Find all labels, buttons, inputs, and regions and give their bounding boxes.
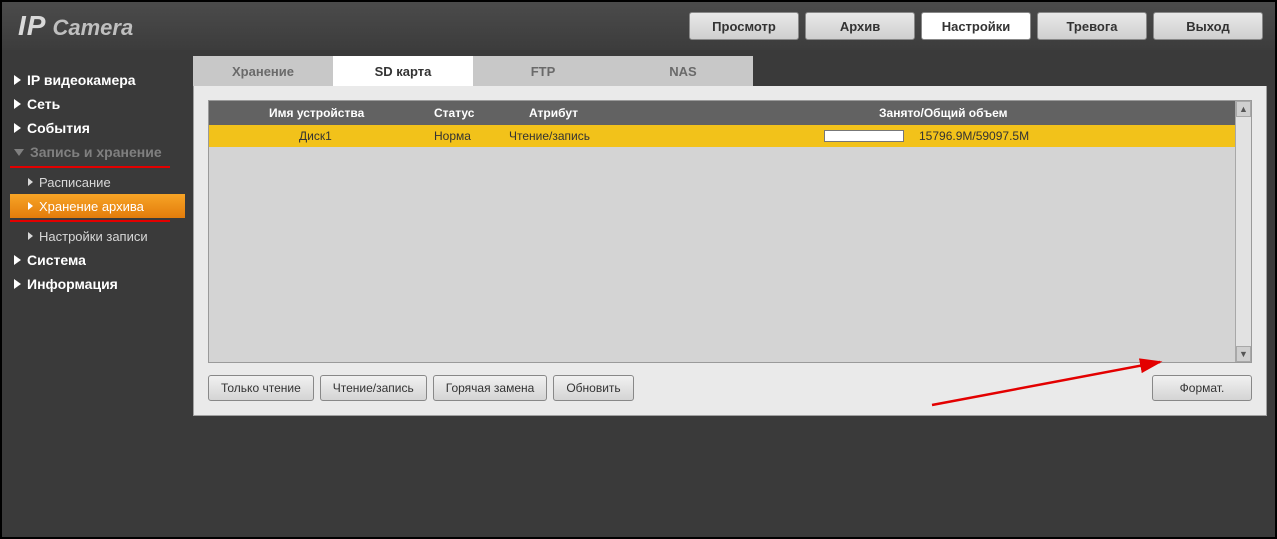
tab-gap bbox=[753, 56, 1267, 86]
refresh-button[interactable]: Обновить bbox=[553, 375, 633, 401]
format-button[interactable]: Формат. bbox=[1152, 375, 1252, 401]
sidebar-sub-schedule[interactable]: Расписание bbox=[10, 170, 185, 194]
header-bar: IP Camera Просмотр Архив Настройки Трево… bbox=[2, 2, 1275, 50]
logo-ip: IP bbox=[18, 10, 46, 42]
nav-alarm[interactable]: Тревога bbox=[1037, 12, 1147, 40]
panel: Имя устройства Статус Атрибут Занято/Общ… bbox=[193, 86, 1267, 416]
sidebar-sub-archive-storage[interactable]: Хранение архива bbox=[10, 194, 185, 218]
caret-right-icon bbox=[14, 75, 21, 85]
sidebar-item-info[interactable]: Информация bbox=[10, 272, 185, 296]
th-device-name: Имя устройства bbox=[269, 106, 364, 120]
tab-nas[interactable]: NAS bbox=[613, 56, 753, 86]
nav-exit[interactable]: Выход bbox=[1153, 12, 1263, 40]
chevron-right-icon bbox=[28, 232, 33, 240]
tab-bar: Хранение SD карта FTP NAS bbox=[193, 56, 1267, 86]
scrollbar[interactable]: ▲ ▼ bbox=[1235, 101, 1251, 362]
sidebar-item-label: Сеть bbox=[27, 96, 60, 112]
annotation-underline bbox=[10, 166, 170, 168]
sidebar-item-ip-camera[interactable]: IP видеокамера bbox=[10, 68, 185, 92]
scroll-down-icon[interactable]: ▼ bbox=[1236, 346, 1251, 362]
body: IP видеокамера Сеть События Запись и хра… bbox=[10, 56, 1267, 523]
caret-right-icon bbox=[14, 255, 21, 265]
content: Хранение SD карта FTP NAS Имя устройства… bbox=[193, 56, 1267, 523]
sidebar-item-label: События bbox=[27, 120, 90, 136]
spacer bbox=[640, 375, 1146, 401]
sidebar-item-label: Хранение архива bbox=[39, 199, 144, 214]
readonly-button[interactable]: Только чтение bbox=[208, 375, 314, 401]
chevron-right-icon bbox=[28, 202, 33, 210]
caret-right-icon bbox=[14, 99, 21, 109]
td-device-name: Диск1 bbox=[299, 129, 332, 143]
td-attribute: Чтение/запись bbox=[509, 129, 590, 143]
table-header: Имя устройства Статус Атрибут Занято/Общ… bbox=[209, 101, 1251, 125]
th-attribute: Атрибут bbox=[529, 106, 578, 120]
logo: IP Camera bbox=[18, 10, 133, 42]
logo-camera: Camera bbox=[52, 15, 133, 41]
annotation-underline bbox=[10, 220, 170, 222]
nav-preview[interactable]: Просмотр bbox=[689, 12, 799, 40]
nav-settings[interactable]: Настройки bbox=[921, 12, 1031, 40]
nav-archive[interactable]: Архив bbox=[805, 12, 915, 40]
app-window: IP Camera Просмотр Архив Настройки Трево… bbox=[0, 0, 1277, 539]
sidebar-item-label: Информация bbox=[27, 276, 118, 292]
caret-right-icon bbox=[14, 123, 21, 133]
td-status: Норма bbox=[434, 129, 471, 143]
sidebar-item-label: Настройки записи bbox=[39, 229, 148, 244]
chevron-right-icon bbox=[28, 178, 33, 186]
storage-table: Имя устройства Статус Атрибут Занято/Общ… bbox=[208, 100, 1252, 363]
sidebar-item-label: Расписание bbox=[39, 175, 111, 190]
table-row[interactable]: Диск1 Норма Чтение/запись 15796.9M/59097… bbox=[209, 125, 1251, 147]
sidebar-item-record-storage[interactable]: Запись и хранение bbox=[10, 140, 185, 164]
sidebar: IP видеокамера Сеть События Запись и хра… bbox=[10, 56, 185, 523]
sidebar-item-label: Запись и хранение bbox=[30, 144, 162, 160]
sidebar-item-system[interactable]: Система bbox=[10, 248, 185, 272]
readwrite-button[interactable]: Чтение/запись bbox=[320, 375, 427, 401]
th-status: Статус bbox=[434, 106, 474, 120]
tab-storage[interactable]: Хранение bbox=[193, 56, 333, 86]
hotswap-button[interactable]: Горячая замена bbox=[433, 375, 548, 401]
caret-right-icon bbox=[14, 279, 21, 289]
sidebar-item-label: IP видеокамера bbox=[27, 72, 136, 88]
sidebar-item-events[interactable]: События bbox=[10, 116, 185, 140]
capacity-bar bbox=[824, 130, 904, 142]
tab-sd-card[interactable]: SD карта bbox=[333, 56, 473, 86]
action-bar: Только чтение Чтение/запись Горячая заме… bbox=[208, 375, 1252, 401]
top-nav: Просмотр Архив Настройки Тревога Выход bbox=[689, 12, 1263, 40]
caret-down-icon bbox=[14, 149, 24, 156]
sidebar-sub-record-settings[interactable]: Настройки записи bbox=[10, 224, 185, 248]
sidebar-item-label: Система bbox=[27, 252, 86, 268]
scroll-up-icon[interactable]: ▲ bbox=[1236, 101, 1251, 117]
td-capacity: 15796.9M/59097.5M bbox=[919, 129, 1029, 143]
sidebar-item-network[interactable]: Сеть bbox=[10, 92, 185, 116]
tab-ftp[interactable]: FTP bbox=[473, 56, 613, 86]
th-capacity: Занято/Общий объем bbox=[879, 106, 1008, 120]
